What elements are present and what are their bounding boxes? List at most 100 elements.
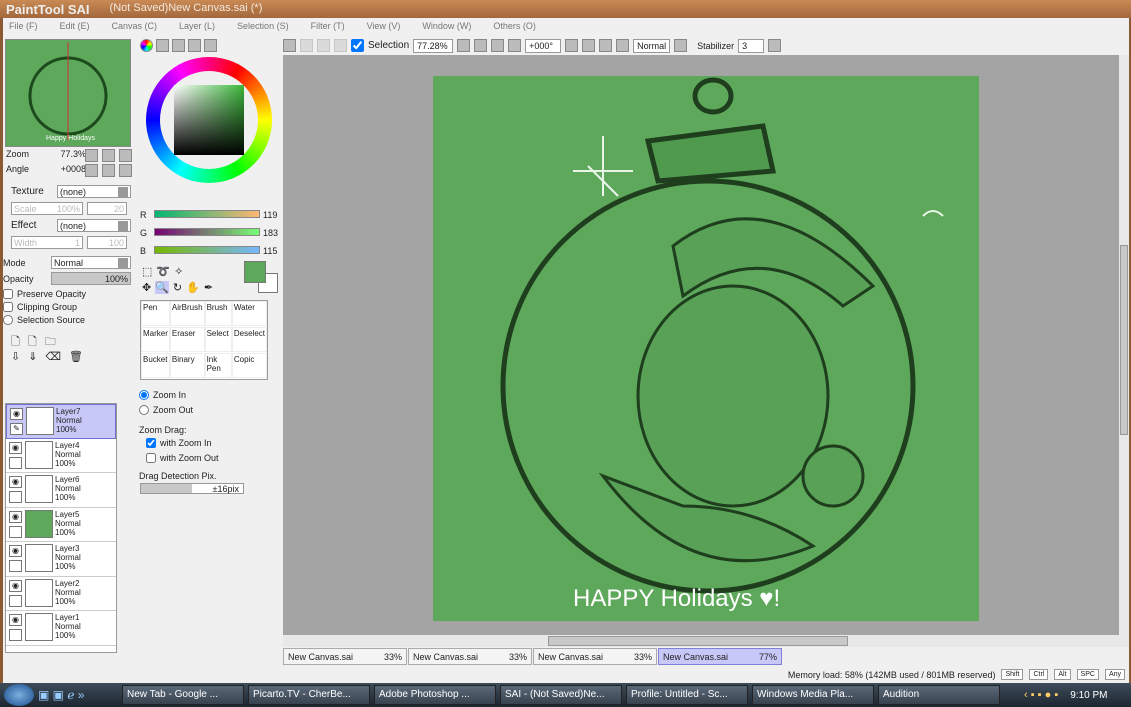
transfer-down-icon[interactable]: ⇩	[11, 350, 20, 363]
zoom-reset-button[interactable]	[508, 39, 522, 52]
texture-select[interactable]: (none)	[57, 185, 131, 198]
vertical-scrollbar[interactable]	[1119, 55, 1129, 635]
menu-others[interactable]: Others (O)	[493, 21, 536, 33]
color-wheel-tab[interactable]	[140, 39, 153, 52]
with-zoom-out-checkbox[interactable]	[146, 453, 156, 463]
canvas-tab[interactable]: New Canvas.sai 33%	[533, 648, 657, 665]
tool-binary[interactable]: Binary	[169, 353, 205, 378]
taskbar-item[interactable]: SAI - (Not Saved)Ne...	[500, 685, 622, 705]
tool-airbrush[interactable]: AirBrush	[169, 301, 205, 326]
rotate-left-button[interactable]	[582, 39, 596, 52]
eye-icon[interactable]: ◉	[9, 579, 22, 592]
scratchpad-tab[interactable]	[204, 39, 217, 52]
tool-bucket[interactable]: Bucket	[141, 353, 170, 378]
vertical-scroll-thumb[interactable]	[1120, 245, 1128, 435]
stabilizer-dropdown[interactable]	[768, 39, 782, 52]
layer-item[interactable]: ◉ Layer2 Normal 100%	[6, 577, 116, 611]
tool-pen[interactable]: Pen	[141, 301, 170, 326]
preserve-opacity-checkbox[interactable]	[3, 289, 13, 299]
invert-selection-button[interactable]	[334, 39, 347, 52]
zoom-dropdown[interactable]	[457, 39, 471, 52]
nav-rotate-left[interactable]	[85, 164, 98, 177]
blend-mode-field[interactable]: Normal	[633, 38, 671, 53]
tool-deselect[interactable]: Deselect	[231, 327, 267, 352]
nav-zoom-reset[interactable]	[119, 149, 132, 162]
clear-layer-icon[interactable]: ⌫	[45, 350, 61, 363]
eye-icon[interactable]: ◉	[9, 545, 22, 557]
menu-selection[interactable]: Selection (S)	[237, 21, 289, 33]
eye-icon[interactable]: ◉	[9, 510, 22, 523]
angle-field[interactable]: +000°	[525, 38, 562, 53]
zoom-tool-icon[interactable]: 🔍	[155, 281, 169, 294]
pen-slot[interactable]	[9, 456, 22, 469]
stabilizer-field[interactable]: 3	[738, 38, 765, 53]
r-slider[interactable]	[154, 210, 260, 218]
horizontal-scroll-thumb[interactable]	[548, 636, 848, 646]
tray-icons[interactable]: ‹ ▪ ▪ ● ▪	[1024, 689, 1058, 701]
tool-marker[interactable]: Marker	[141, 327, 170, 352]
g-slider[interactable]	[154, 228, 260, 236]
effect-select[interactable]: (none)	[57, 219, 131, 232]
redo-button[interactable]	[300, 39, 313, 52]
rotate-right-button[interactable]	[599, 39, 613, 52]
move-icon[interactable]: ✥	[142, 281, 151, 294]
navigator-preview[interactable]: Happy Holidays	[5, 39, 131, 147]
taskbar-item[interactable]: Audition	[878, 685, 1000, 705]
nav-angle-value[interactable]: +0008	[61, 164, 86, 174]
rotate-reset-button[interactable]	[616, 39, 630, 52]
menu-canvas[interactable]: Canvas (C)	[112, 21, 158, 33]
tool-ink-pen[interactable]: Ink Pen	[204, 353, 232, 378]
pen-slot[interactable]	[9, 594, 22, 607]
eye-icon[interactable]: ◉	[9, 441, 22, 454]
canvas-tab[interactable]: New Canvas.sai 33%	[283, 648, 407, 665]
zoom-in-radio[interactable]	[139, 390, 149, 400]
menu-edit[interactable]: Edit (E)	[60, 21, 90, 33]
primary-color[interactable]	[244, 261, 266, 283]
layer-item[interactable]: ◉ Layer3 Normal 100%	[6, 542, 116, 577]
menu-file[interactable]: File (F)	[9, 21, 38, 33]
taskbar-item[interactable]: Adobe Photoshop ...	[374, 685, 496, 705]
pen-slot[interactable]	[9, 560, 22, 572]
zoom-in-button[interactable]	[491, 39, 505, 52]
menu-window[interactable]: Window (W)	[422, 21, 471, 33]
nav-zoom-value[interactable]: 77.3%	[60, 149, 86, 159]
b-slider[interactable]	[154, 246, 260, 254]
eye-icon[interactable]: ◉	[9, 476, 22, 488]
artwork-canvas[interactable]: HAPPY Holidays ♥!	[433, 76, 979, 621]
canvas-tab[interactable]: New Canvas.sai 33%	[408, 648, 532, 665]
rotate-icon[interactable]: ↻	[173, 281, 182, 294]
pen-slot[interactable]	[9, 491, 22, 503]
eye-icon[interactable]: ◉	[9, 614, 22, 626]
hand-icon[interactable]: ✋	[186, 281, 200, 294]
zoom-out-button[interactable]	[474, 39, 488, 52]
menu-filter[interactable]: Filter (T)	[311, 21, 345, 33]
opacity-slider[interactable]: 100%	[51, 272, 131, 285]
taskbar-item[interactable]: New Tab - Google ...	[122, 685, 244, 705]
nav-zoom-out[interactable]	[85, 149, 98, 162]
zoom-field[interactable]: 77.28%	[413, 38, 454, 53]
horizontal-scrollbar[interactable]	[283, 635, 1129, 647]
nav-rotate-reset[interactable]	[119, 164, 132, 177]
tool-brush[interactable]: Brush	[204, 301, 232, 326]
delete-layer-icon[interactable]: 🗑	[69, 350, 83, 363]
nav-rotate-right[interactable]	[102, 164, 115, 177]
start-button[interactable]	[4, 684, 34, 706]
rect-select-icon[interactable]: ⬚	[142, 265, 152, 278]
canvas-viewport[interactable]: HAPPY Holidays ♥!	[283, 55, 1119, 635]
layer-item[interactable]: ◉ Layer4 Normal 100%	[6, 439, 116, 473]
eye-icon[interactable]: ◉	[10, 408, 23, 420]
layer-item[interactable]: ◉ ✎ Layer7 Normal 100%	[6, 404, 116, 439]
swatches-tab[interactable]	[188, 39, 201, 52]
tool-select[interactable]: Select	[204, 327, 232, 352]
merge-down-icon[interactable]: ⇓	[28, 350, 37, 363]
flip-button[interactable]	[674, 39, 688, 52]
layer-item[interactable]: ◉ Layer6 Normal 100%	[6, 473, 116, 508]
eyedropper-icon[interactable]: ✒	[204, 281, 213, 294]
taskbar-item[interactable]: Picarto.TV - CherBe...	[248, 685, 370, 705]
undo-button[interactable]	[283, 39, 296, 52]
selection-source-radio[interactable]	[3, 315, 13, 325]
canvas-tab-active[interactable]: New Canvas.sai 77%	[658, 648, 782, 665]
menu-layer[interactable]: Layer (L)	[179, 21, 215, 33]
nav-zoom-in[interactable]	[102, 149, 115, 162]
with-zoom-in-checkbox[interactable]	[146, 438, 156, 448]
